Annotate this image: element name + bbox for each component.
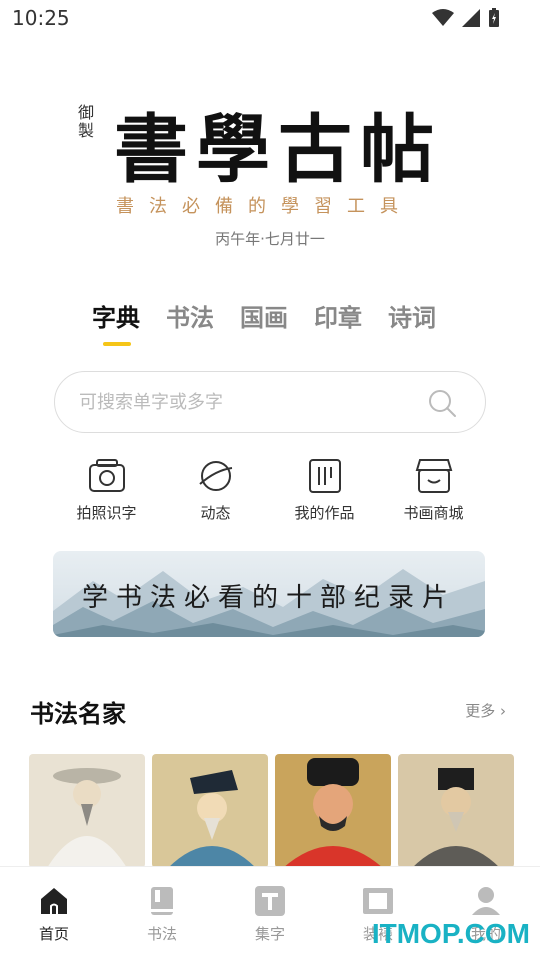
tab-poetry[interactable]: 诗词 (388, 298, 436, 333)
works-icon (308, 459, 341, 493)
search-icon[interactable] (427, 388, 457, 418)
lunar-date: 丙午年·七月廿一 (215, 230, 325, 248)
master-cards (29, 754, 514, 868)
master-portrait (29, 754, 145, 868)
site-watermark: ITMOP.COM (371, 918, 530, 949)
category-tabs: 字典 书法 国画 印章 诗词 (92, 298, 436, 333)
banner-title: 学书法必看的十部纪录片 (81, 583, 456, 613)
home-icon (41, 888, 67, 914)
active-tab-indicator (103, 342, 131, 346)
signal-icon (462, 9, 480, 27)
action-label: 我的作品 (294, 504, 355, 522)
master-card-1[interactable] (29, 754, 145, 868)
master-portrait (398, 754, 514, 868)
action-my-works[interactable]: 我的作品 (270, 456, 379, 523)
search-bar (54, 371, 486, 433)
nav-calligraphy[interactable]: 书法 (108, 867, 216, 960)
battery-icon (489, 8, 499, 27)
app-logo: 御製 書學古帖 書法必備的學習工具 (60, 90, 480, 220)
tab-painting[interactable]: 国画 (240, 298, 288, 333)
logo-seal: 御製 (78, 103, 95, 140)
status-time: 10:25 (12, 6, 70, 30)
action-photo-recognize[interactable]: 拍照识字 (52, 456, 161, 523)
section-title: 书法名家 (30, 700, 126, 728)
book-icon (151, 887, 173, 915)
documentary-banner[interactable]: 学书法必看的十部纪录片 (53, 551, 485, 637)
tab-seal[interactable]: 印章 (314, 298, 362, 333)
tab-dictionary[interactable]: 字典 (92, 298, 140, 333)
text-icon (255, 886, 285, 916)
logo-title: 書學古帖 (114, 107, 442, 193)
user-icon (472, 887, 500, 915)
master-card-2[interactable] (152, 754, 268, 868)
nav-label: 集字 (254, 925, 285, 943)
master-card-3[interactable] (275, 754, 391, 868)
more-link[interactable]: 更多 › (465, 700, 506, 721)
master-card-4[interactable] (398, 754, 514, 868)
action-feed[interactable]: 动态 (161, 456, 270, 523)
camera-icon (88, 459, 125, 492)
logo-slogan: 書法必備的學習工具 (116, 196, 413, 217)
tab-calligraphy[interactable]: 书法 (166, 298, 214, 333)
planet-icon (198, 461, 232, 491)
search-input[interactable] (79, 372, 419, 432)
master-portrait (152, 754, 268, 868)
frame-icon (363, 888, 393, 914)
action-label: 书画商城 (403, 504, 464, 522)
nav-home[interactable]: 首页 (0, 867, 108, 960)
status-bar: 10:25 (0, 0, 540, 36)
quick-actions: 拍照识字 动态 我的作品 书画商城 (52, 456, 488, 523)
wifi-icon (432, 9, 454, 26)
master-portrait (275, 754, 391, 868)
nav-label: 书法 (146, 925, 177, 943)
shop-icon (415, 459, 452, 493)
nav-collect-chars[interactable]: 集字 (216, 867, 324, 960)
status-icons (432, 8, 500, 28)
action-shop[interactable]: 书画商城 (379, 456, 488, 523)
action-label: 动态 (200, 504, 231, 522)
action-label: 拍照识字 (76, 504, 137, 522)
nav-label: 首页 (38, 925, 69, 943)
